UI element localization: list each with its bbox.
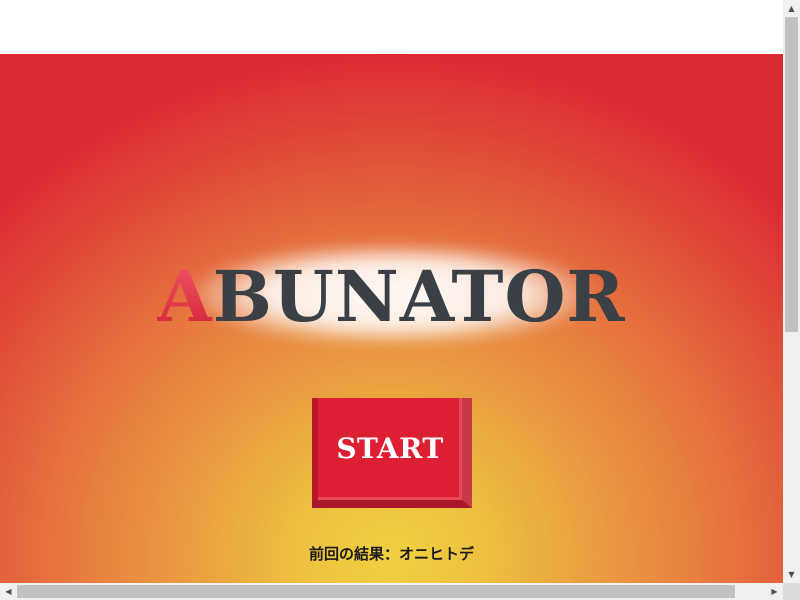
title-first-letter: A (157, 255, 213, 338)
scrollbar-corner (783, 583, 800, 600)
game-stage: ABUNATOR START 前回の結果：オニヒトデ (0, 54, 783, 583)
horizontal-scrollbar[interactable]: ◀ ▶ (0, 583, 783, 600)
vertical-scrollbar[interactable]: ▲ ▼ (783, 0, 800, 583)
title-rest: BUNATOR (212, 255, 626, 338)
chevron-down-icon[interactable]: ▼ (783, 566, 800, 583)
start-button[interactable]: START (312, 398, 472, 508)
last-result: 前回の結果：オニヒトデ (0, 543, 783, 564)
chevron-up-icon[interactable]: ▲ (783, 0, 800, 17)
vertical-scroll-thumb[interactable] (785, 17, 798, 332)
horizontal-scroll-thumb[interactable] (17, 585, 735, 598)
game-title: ABUNATOR (0, 262, 783, 332)
last-result-label: 前回の結果： (308, 545, 399, 563)
last-result-value: オニヒトデ (399, 545, 475, 563)
top-blank-area (0, 0, 783, 54)
start-button-label: START (336, 431, 444, 465)
chevron-left-icon[interactable]: ◀ (0, 583, 17, 600)
page-viewport: ABUNATOR START 前回の結果：オニヒトデ (0, 0, 783, 583)
chevron-right-icon[interactable]: ▶ (766, 583, 783, 600)
